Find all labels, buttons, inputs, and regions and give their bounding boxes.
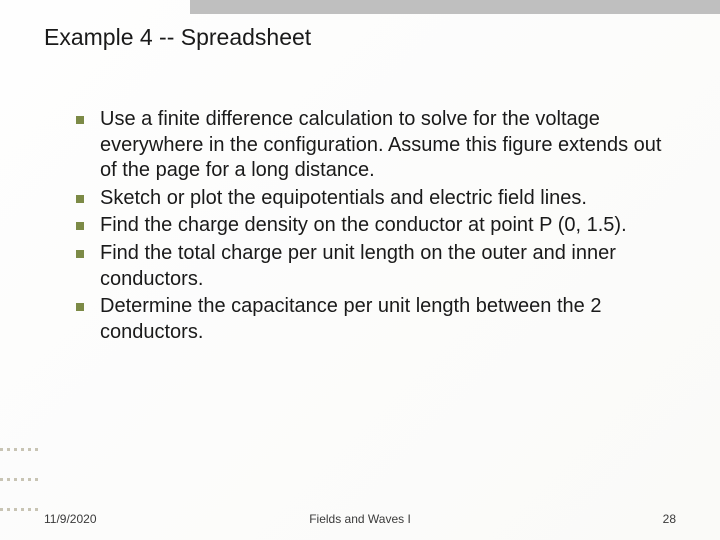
slide-footer: 11/9/2020 Fields and Waves I 28 bbox=[0, 512, 720, 526]
slide-title: Example 4 -- Spreadsheet bbox=[44, 24, 676, 51]
slide-content: Example 4 -- Spreadsheet Use a finite di… bbox=[0, 0, 720, 540]
footer-date: 11/9/2020 bbox=[44, 512, 97, 526]
bullet-item: Sketch or plot the equipotentials and el… bbox=[82, 186, 676, 212]
footer-page-number: 28 bbox=[663, 512, 676, 526]
bullet-item: Use a finite difference calculation to s… bbox=[82, 107, 676, 184]
bullet-list: Use a finite difference calculation to s… bbox=[44, 107, 676, 345]
bullet-item: Find the total charge per unit length on… bbox=[82, 241, 676, 292]
footer-course: Fields and Waves I bbox=[309, 512, 411, 526]
bullet-item: Find the charge density on the conductor… bbox=[82, 213, 676, 239]
decorative-dots bbox=[0, 438, 48, 442]
bullet-item: Determine the capacitance per unit lengt… bbox=[82, 294, 676, 345]
decorative-dots bbox=[0, 468, 48, 472]
decorative-dots bbox=[0, 498, 48, 502]
